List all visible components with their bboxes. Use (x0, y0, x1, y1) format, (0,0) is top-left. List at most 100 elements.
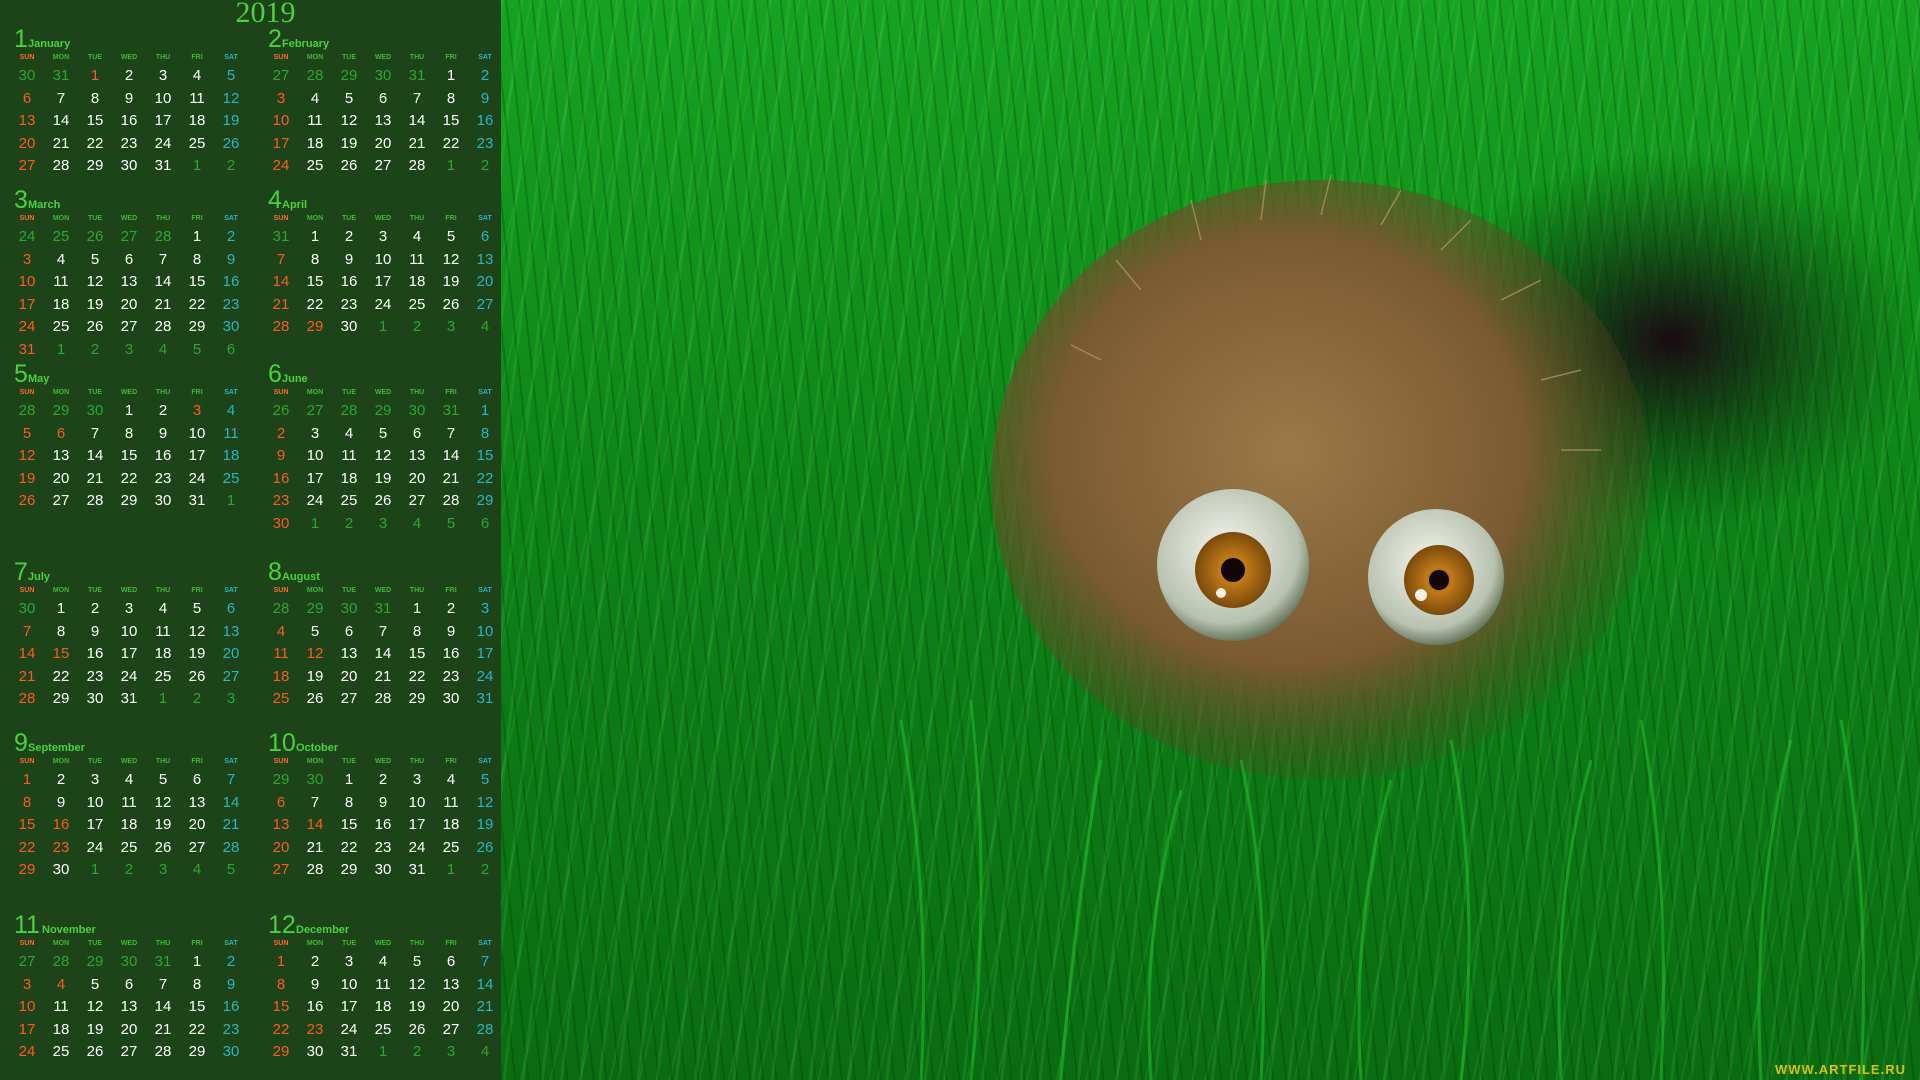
weekday-label: SUN (273, 54, 289, 61)
day-cell: 26 (18, 492, 36, 509)
week-row: 1 2 3 4 5 6 7 (264, 951, 502, 974)
day-cell: 29 (272, 771, 290, 788)
day-cell: 23 (120, 134, 138, 152)
day-cell: 17 (272, 134, 290, 152)
day-cell: 8 (412, 622, 422, 640)
day-cell: 3 (446, 318, 456, 335)
weekday-label: SUN (273, 215, 289, 222)
day-cell: 7 (158, 975, 168, 993)
day-cell: 16 (52, 816, 70, 833)
day-cell: 22 (52, 667, 70, 685)
day-cell: 5 (192, 600, 202, 617)
day-cell: 5 (446, 228, 456, 245)
day-cell: 20 (52, 469, 70, 487)
weekday-label: MON (52, 215, 70, 222)
day-cell: 27 (374, 157, 392, 174)
day-cell: 2 (480, 67, 490, 84)
day-cell: 19 (408, 998, 426, 1015)
day-cell: 2 (56, 771, 66, 788)
day-cell: 17 (306, 469, 324, 487)
day-cell: 30 (408, 402, 426, 419)
month-name: November (42, 924, 96, 936)
day-cell: 8 (56, 622, 66, 640)
day-cell: 11 (155, 622, 171, 640)
weekday-label: SUN (273, 940, 289, 947)
week-row: 17 18 19 20 21 22 23 (264, 133, 502, 156)
day-cell: 30 (374, 861, 392, 878)
day-cell: 7 (378, 622, 388, 640)
day-cell: 29 (120, 492, 138, 509)
day-cell: 5 (310, 622, 320, 640)
day-cell: 10 (408, 793, 426, 811)
weekday-label: THU (409, 54, 425, 61)
day-cell: 8 (480, 424, 490, 442)
day-cell: 7 (446, 424, 456, 442)
month-header: 1 January (4, 27, 249, 52)
day-cell: 4 (158, 340, 168, 358)
day-cell: 5 (22, 424, 32, 442)
day-cell: 4 (412, 228, 422, 245)
month-number: 2 (268, 25, 282, 53)
day-cell: 29 (18, 861, 36, 878)
weekday-label: MON (306, 215, 324, 222)
day-cell: 3 (276, 89, 286, 107)
weekday-label: FRI (191, 215, 203, 222)
day-cell: 13 (222, 622, 240, 640)
day-cell: 30 (306, 771, 324, 788)
day-cell: 19 (306, 667, 324, 685)
day-grid: 26 27 28 29 30 31 1 2 3 4 5 6 7 8 9 10 11 12 13 14 15 16 17 18 1… (264, 400, 502, 535)
week-row: 21 22 23 24 25 26 27 (10, 666, 248, 689)
month-header: 9 September (4, 731, 249, 756)
day-cell: 13 (120, 998, 138, 1015)
day-cell: 2 (192, 690, 202, 707)
day-cell: 9 (158, 424, 168, 442)
day-cell: 29 (52, 690, 70, 707)
week-row: 13 14 15 16 17 18 19 (264, 814, 502, 837)
day-cell: 6 (124, 975, 134, 993)
week-row: 4 5 6 7 8 9 10 (264, 621, 502, 644)
week-row: 28 29 30 31 1 2 3 (10, 688, 248, 711)
month-september: 9 September SUN MON TUE WED THU FRI SAT 1 2 3 4 5 6 7 8 9… (4, 731, 249, 879)
month-name: March (28, 199, 61, 211)
week-row: 17 18 19 20 21 22 23 (10, 1019, 248, 1042)
day-cell: 22 (476, 469, 494, 487)
day-cell: 28 (374, 690, 392, 707)
day-cell: 3 (158, 67, 168, 84)
day-cell: 31 (120, 690, 138, 707)
day-cell: 2 (480, 861, 490, 878)
day-cell: 17 (408, 816, 426, 833)
day-cell: 20 (442, 998, 460, 1015)
day-cell: 23 (340, 295, 358, 313)
weekday-label: THU (155, 54, 171, 61)
week-row: 12 13 14 15 16 17 18 (10, 445, 248, 468)
weekday-label: WED (120, 940, 138, 947)
day-cell: 30 (86, 402, 104, 419)
day-cell: 31 (476, 690, 494, 707)
week-row: 20 21 22 23 24 25 26 (10, 133, 248, 156)
month-header: 6 June (258, 362, 503, 387)
day-grid: 1 2 3 4 5 6 7 8 9 10 11 12 13 14 15 16 17 18 19 20 21 22 23 24 2… (10, 769, 248, 882)
weekday-label: MON (306, 940, 324, 947)
weekday-label: FRI (191, 940, 203, 947)
day-grid: 30 31 1 2 3 4 5 6 7 8 9 10 11 12 13 14 15 16 17 18 19 20 21 22 2… (10, 65, 248, 178)
day-cell: 21 (154, 295, 172, 313)
month-header: 11 November (4, 913, 249, 938)
day-cell: 9 (446, 622, 456, 640)
day-cell: 20 (222, 645, 240, 662)
month-february: 2 February SUN MON TUE WED THU FRI SAT 27 28 29 30 31… (258, 27, 503, 175)
day-cell: 1 (378, 318, 388, 335)
week-row: 6 7 8 9 10 11 12 (264, 792, 502, 815)
day-cell: 7 (22, 622, 32, 640)
week-row: 27 28 29 30 31 1 2 (10, 951, 248, 974)
day-cell: 7 (90, 424, 100, 442)
weekday-label: SUN (273, 389, 289, 396)
day-cell: 2 (446, 600, 456, 617)
month-number: 5 (14, 360, 28, 388)
weekday-label: FRI (445, 54, 457, 61)
day-cell: 26 (340, 157, 358, 174)
day-cell: 18 (188, 112, 206, 129)
weekday-label: FRI (191, 54, 203, 61)
day-cell: 14 (374, 645, 392, 662)
day-cell: 22 (188, 295, 206, 313)
weekday-label: SUN (19, 389, 35, 396)
